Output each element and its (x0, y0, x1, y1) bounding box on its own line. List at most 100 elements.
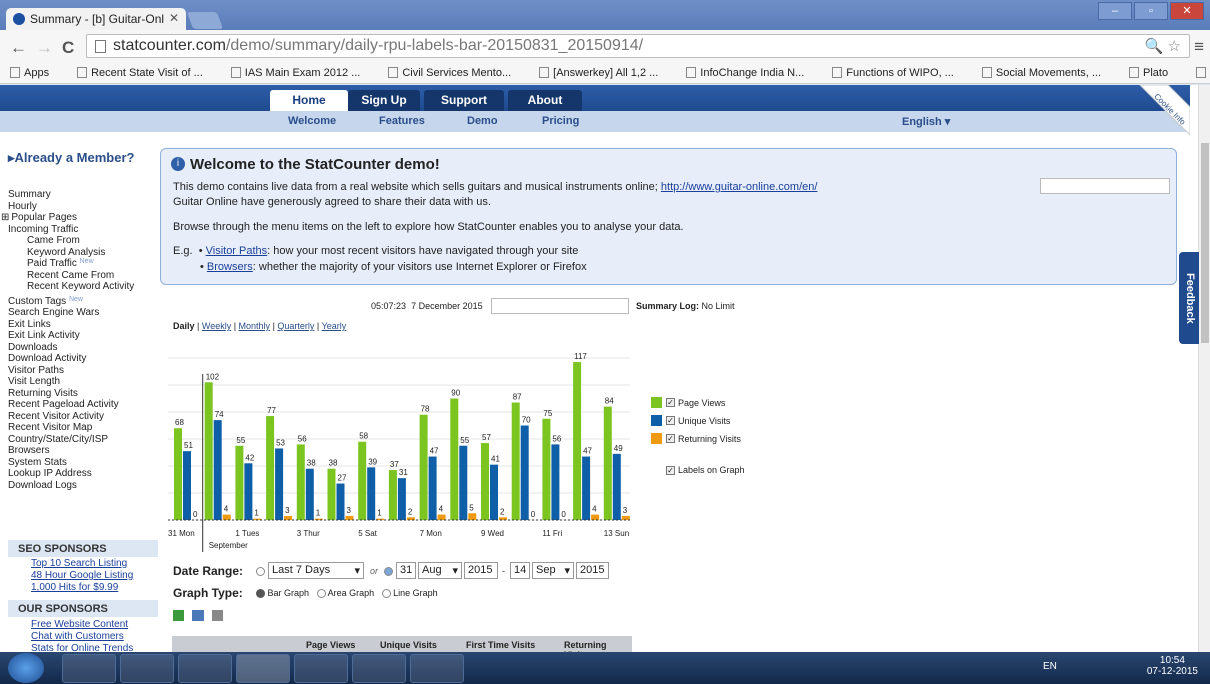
bookmark-item[interactable]: Apps (10, 67, 63, 79)
sponsor-link[interactable]: 1,000 Hits for $9.99 (31, 582, 118, 593)
bookmark-item[interactable]: IAS Main Exam 2012 ... (230, 67, 375, 79)
sidebar-item[interactable]: Custom Tags New (8, 296, 83, 307)
forward-icon[interactable]: → (36, 38, 53, 58)
already-member-link[interactable]: ▸Already a Member? (8, 150, 134, 166)
tab-about[interactable]: About (508, 90, 582, 111)
from-month-select[interactable]: Aug ▾ (418, 562, 462, 579)
subnav-pricing[interactable]: Pricing (542, 115, 579, 127)
feedback-tab[interactable]: Feedback (1179, 252, 1199, 344)
period-quarterly[interactable]: Quarterly (277, 321, 314, 331)
bookmark-item[interactable]: InfoChange India N... (686, 67, 818, 79)
back-icon[interactable]: ← (10, 38, 27, 58)
chrome-taskbar-icon[interactable] (236, 654, 290, 683)
bookmark-item[interactable]: [Answerkey] All 1,2 ... (539, 67, 672, 79)
sidebar-item[interactable]: Recent Visitor Map (8, 422, 92, 433)
minimize-icon[interactable]: – (1098, 2, 1132, 20)
labels-on-graph-toggle[interactable]: ✓ Labels on Graph (666, 465, 745, 475)
range-preset-radio[interactable] (256, 567, 265, 576)
cookie-info-ribbon[interactable]: Cookie Info (1120, 85, 1190, 141)
new-tab-button[interactable] (186, 12, 224, 29)
sidebar-item[interactable]: Visitor Paths (8, 365, 64, 376)
scrollbar-thumb[interactable] (1201, 143, 1209, 343)
page-scrollbar[interactable] (1198, 85, 1210, 652)
bookmark-item[interactable]: Recent State Visit of ... (77, 67, 217, 79)
expand-icon[interactable]: ⊞ (1, 212, 9, 223)
browser-tab[interactable]: Summary - [b] Guitar-Onl ✕ (6, 8, 186, 30)
legend-checkbox[interactable]: ✓ (666, 416, 675, 425)
subnav-features[interactable]: Features (379, 115, 425, 127)
sidebar-item[interactable]: Summary (8, 189, 51, 200)
to-day-select[interactable]: 14 (510, 562, 530, 579)
excel-taskbar-icon[interactable] (410, 654, 464, 683)
range-preset-select[interactable]: Last 7 Days ▾ (268, 562, 364, 579)
to-month-select[interactable]: Sep ▾ (532, 562, 574, 579)
sidebar-item[interactable]: Recent Came From (27, 270, 114, 281)
bar-graph-radio[interactable] (256, 589, 265, 599)
address-bar[interactable]: statcounter.com/demo/summary/daily-rpu-l… (86, 34, 1190, 58)
sidebar-item[interactable]: Incoming Traffic (8, 224, 78, 235)
browsers-link[interactable]: Browsers (207, 261, 253, 273)
close-window-icon[interactable]: ✕ (1170, 2, 1204, 20)
sidebar-item[interactable]: Returning Visits (8, 388, 78, 399)
custom-range-radio[interactable] (384, 567, 393, 576)
sidebar-item[interactable]: Country/State/City/ISP (8, 434, 108, 445)
language-select[interactable]: English ▾ (902, 115, 950, 128)
visitor-paths-link[interactable]: Visitor Paths (206, 245, 268, 257)
sidebar-item[interactable]: Lookup IP Address (8, 468, 92, 479)
tab-home[interactable]: Home (270, 90, 348, 111)
period-daily[interactable]: Daily (173, 321, 195, 331)
period-weekly[interactable]: Weekly (202, 321, 231, 331)
explorer-taskbar-icon[interactable] (294, 654, 348, 683)
star-icon[interactable]: 🔍 ☆ (1145, 37, 1181, 55)
bookmark-item[interactable]: Civil Services Mento... (388, 67, 525, 79)
sidebar-item[interactable]: Download Activity (8, 353, 86, 364)
subnav-welcome[interactable]: Welcome (288, 115, 336, 127)
period-monthly[interactable]: Monthly (239, 321, 271, 331)
sidebar-item[interactable]: System Stats (8, 457, 67, 468)
sidebar-item[interactable]: Browsers (8, 445, 50, 456)
bookmark-item[interactable]: Western Philosophy ... (1196, 67, 1210, 79)
sidebar-item[interactable]: Search Engine Wars (8, 307, 99, 318)
sidebar-item[interactable]: Downloads (8, 342, 57, 353)
bookmark-item[interactable]: Plato (1129, 67, 1182, 79)
sidebar-item[interactable]: Paid Traffic New (27, 258, 94, 269)
subnav-demo[interactable]: Demo (467, 115, 498, 127)
sponsor-link[interactable]: Top 10 Search Listing (31, 558, 127, 569)
sidebar-item[interactable]: Hourly (8, 201, 37, 212)
area-graph-radio[interactable] (316, 589, 326, 599)
excel-export-icon[interactable] (173, 610, 184, 621)
menu-icon[interactable]: ≡ (1194, 37, 1204, 57)
sidebar-item[interactable]: ⊞ Popular Pages (1, 212, 77, 223)
word-taskbar-icon[interactable] (352, 654, 406, 683)
sponsor-link[interactable]: 48 Hour Google Listing (31, 570, 133, 581)
sidebar-item[interactable]: Came From (27, 235, 80, 246)
period-yearly[interactable]: Yearly (322, 321, 347, 331)
csv-export-icon[interactable] (192, 610, 204, 621)
labels-checkbox[interactable]: ✓ (666, 465, 675, 475)
sponsor-link[interactable]: Chat with Customers (31, 631, 124, 642)
ie-taskbar-icon[interactable] (120, 654, 174, 683)
sidebar-item[interactable]: Recent Visitor Activity (8, 411, 104, 422)
legend-checkbox[interactable]: ✓ (666, 398, 675, 407)
sidebar-item[interactable]: Exit Link Activity (8, 330, 80, 341)
start-button-icon[interactable] (8, 653, 44, 683)
sidebar-item[interactable]: Keyword Analysis (27, 247, 105, 258)
print-icon[interactable] (212, 610, 223, 621)
sidebar-item[interactable]: Recent Pageload Activity (8, 399, 119, 410)
maximize-icon[interactable]: ▫ (1134, 2, 1168, 20)
from-day-select[interactable]: 31 (396, 562, 416, 579)
line-graph-radio[interactable] (381, 589, 391, 599)
sidebar-item[interactable]: Exit Links (8, 319, 51, 330)
tab-support[interactable]: Support (424, 90, 504, 111)
bookmark-item[interactable]: Functions of WIPO, ... (832, 67, 968, 79)
sidebar-item[interactable]: Visit Length (8, 376, 60, 387)
vlc-taskbar-icon[interactable] (62, 654, 116, 683)
legend-checkbox[interactable]: ✓ (666, 434, 675, 443)
sidebar-item[interactable]: Recent Keyword Activity (27, 281, 134, 292)
sponsor-link[interactable]: Free Website Content (31, 619, 128, 630)
outlook-taskbar-icon[interactable] (178, 654, 232, 683)
from-year-select[interactable]: 2015 (464, 562, 498, 579)
language-indicator[interactable]: EN (1043, 661, 1057, 672)
tab-sign-up[interactable]: Sign Up (348, 90, 420, 111)
to-year-select[interactable]: 2015 (576, 562, 609, 579)
